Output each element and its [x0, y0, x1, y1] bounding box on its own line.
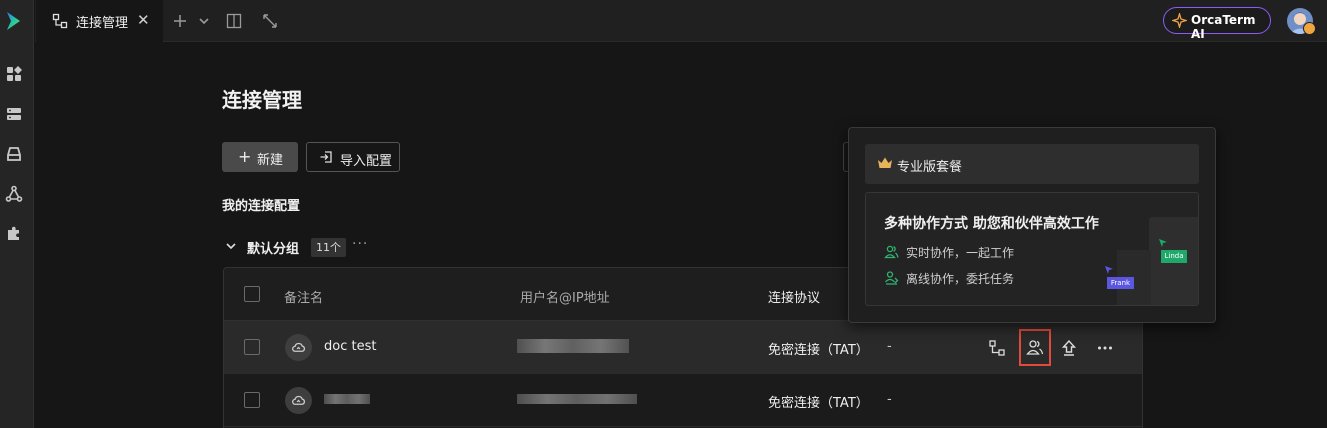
row-extra: -: [887, 392, 892, 407]
app-logo-icon[interactable]: [4, 10, 26, 32]
row-extra: -: [887, 339, 892, 354]
popover-header: 专业版套餐: [865, 144, 1199, 184]
row-protocol: 免密连接（TAT）: [768, 343, 869, 358]
add-tab-icon[interactable]: [171, 12, 189, 30]
ai-sparkle-icon: [1172, 13, 1187, 28]
tab-label: 连接管理: [76, 16, 129, 31]
top-bar: 连接管理 ✕ OrcaTerm AI: [35, 0, 1327, 42]
pro-plan-popover: 专业版套餐 多种协作方式 助您和伙伴高效工作 实时协作，一起工作 离线协作，委托…: [848, 127, 1216, 323]
import-config-button[interactable]: 导入配置: [306, 142, 400, 172]
header-user-ip: 用户名@IP地址: [520, 291, 610, 306]
dashboard-icon[interactable]: [5, 65, 23, 83]
group-more-icon[interactable]: ···: [352, 236, 368, 252]
row-checkbox[interactable]: [244, 392, 260, 408]
table-row[interactable]: 免密连接（TAT） -: [224, 374, 1142, 427]
more-options-icon[interactable]: [1096, 339, 1114, 357]
cursor-icon: [1159, 239, 1167, 247]
cloud-icon: [285, 334, 312, 361]
collaboration-button[interactable]: [1019, 329, 1051, 366]
popover-header-label: 专业版套餐: [897, 160, 963, 175]
feature-realtime-label: 实时协作，一起工作: [906, 246, 1015, 260]
row-protocol: 免密连接（TAT）: [768, 396, 869, 411]
table-row[interactable]: doc test 免密连接（TAT） -: [224, 321, 1142, 374]
left-sidebar: [0, 0, 34, 428]
close-icon[interactable]: ✕: [137, 11, 150, 29]
header-protocol: 连接协议: [768, 291, 821, 306]
user-task-icon: [885, 271, 899, 285]
collaboration-promo-card[interactable]: 多种协作方式 助您和伙伴高效工作 实时协作，一起工作 离线协作，委托任务 Lin…: [865, 192, 1199, 306]
storage-icon[interactable]: [5, 145, 23, 163]
chevron-down-icon[interactable]: [225, 240, 237, 252]
row-remark: doc test: [324, 339, 377, 354]
page-title: 连接管理: [222, 88, 302, 112]
users-icon: [1026, 340, 1044, 355]
orcaterm-ai-button[interactable]: OrcaTerm AI: [1163, 7, 1271, 41]
header-remark: 备注名: [284, 291, 324, 306]
feature-offline-label: 离线协作，委托任务: [906, 272, 1015, 286]
promo-title: 多种协作方式 助您和伙伴高效工作: [884, 216, 1099, 232]
chevron-down-icon[interactable]: [197, 12, 211, 30]
connection-icon: [52, 13, 68, 29]
import-icon: [320, 151, 332, 163]
tab-connection-manager[interactable]: 连接管理 ✕: [36, 0, 163, 42]
redacted-remark: [324, 394, 370, 404]
cursor-icon: [1105, 266, 1113, 274]
crown-icon: [878, 157, 892, 168]
network-icon[interactable]: [5, 185, 23, 203]
plugin-icon[interactable]: [5, 225, 23, 243]
row-checkbox[interactable]: [244, 339, 260, 355]
cloud-icon: [285, 387, 312, 414]
users-icon: [884, 245, 899, 259]
split-view-icon[interactable]: [225, 12, 243, 30]
upload-icon[interactable]: [1060, 339, 1078, 357]
redacted-user-ip: [517, 339, 629, 353]
avatar-badge-icon: [1303, 22, 1316, 35]
section-title: 我的连接配置: [222, 199, 301, 214]
redacted-user-ip: [517, 394, 637, 404]
new-connection-button[interactable]: + 新建: [222, 142, 298, 172]
import-button-label: 导入配置: [340, 154, 393, 169]
group-count-badge: 11个: [311, 238, 346, 257]
user-tag-frank: Frank: [1107, 277, 1134, 289]
new-button-label: 新建: [257, 153, 284, 168]
server-icon[interactable]: [5, 105, 23, 123]
plus-icon: +: [238, 147, 252, 166]
ai-button-label: OrcaTerm AI: [1191, 13, 1256, 41]
group-name[interactable]: 默认分组: [247, 238, 299, 257]
connect-icon[interactable]: [988, 339, 1006, 357]
user-tag-linda: Linda: [1161, 250, 1187, 263]
expand-icon[interactable]: [261, 12, 279, 30]
select-all-checkbox[interactable]: [244, 286, 260, 302]
